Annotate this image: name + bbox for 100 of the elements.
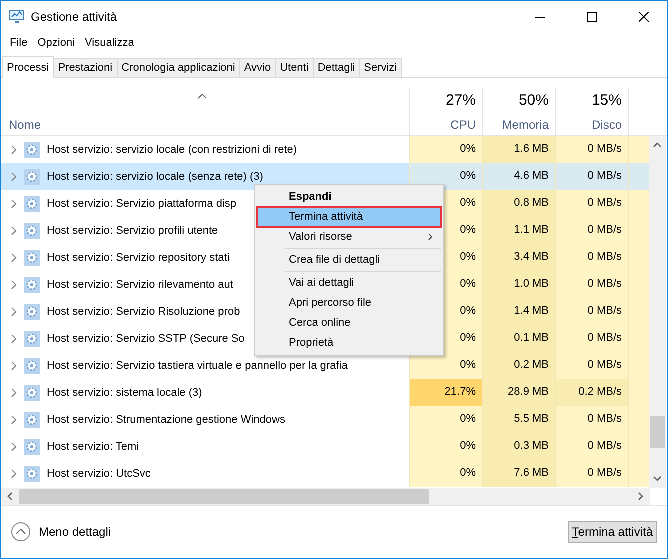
table-cell: 1.4 MB [482, 298, 555, 325]
gear-icon [24, 250, 40, 266]
column-header[interactable]: Disco [592, 118, 622, 132]
expand-chevron-icon[interactable] [11, 360, 17, 370]
scrollbar-thumb[interactable] [650, 416, 665, 448]
expand-chevron-icon[interactable] [11, 334, 17, 344]
horizontal-scrollbar[interactable] [1, 488, 650, 505]
expand-chevron-icon[interactable] [11, 198, 17, 208]
table-cell: 1.6 MB [482, 136, 555, 163]
table-cell: 0 MB/s [555, 460, 628, 487]
process-name: Host servizio: UtcSvc [47, 468, 151, 480]
process-name: Host servizio: Servizio tastiera virtuale e pannello per la grafia [47, 360, 348, 372]
table-cell: 0% [409, 136, 482, 163]
table-cell [628, 190, 649, 217]
expand-chevron-icon[interactable] [11, 144, 17, 154]
table-cell: 0 MB/s [555, 433, 628, 460]
table-cell: 5.5 MB [482, 406, 555, 433]
column-header[interactable]: Nome [9, 118, 409, 132]
table-cell [628, 460, 649, 487]
process-name: Host servizio: Servizio Risoluzione prob [47, 306, 240, 318]
expand-chevron-icon[interactable] [11, 252, 17, 262]
gear-icon [24, 142, 40, 158]
table-cell: 0 MB/s [555, 406, 628, 433]
expand-chevron-icon[interactable] [11, 280, 17, 290]
gear-icon [24, 168, 40, 184]
table-cell: 0 MB/s [555, 163, 628, 190]
table-cell: 0 MB/s [555, 271, 628, 298]
fewer-details-toggle[interactable]: Meno dettagli [11, 522, 112, 542]
end-task-button[interactable]: Termina attività [568, 521, 657, 543]
table-cell: 0 MB/s [555, 298, 628, 325]
menu-item[interactable]: Visualizza [80, 37, 140, 49]
maximize-icon [587, 12, 597, 22]
expand-chevron-icon[interactable] [11, 468, 17, 478]
process-name: Host servizio: servizio locale (senza rete) (3) [47, 170, 264, 182]
usage-percent: 27% [446, 92, 476, 109]
tab[interactable]: Cronologia applicazioni [116, 58, 240, 77]
scroll-up-icon[interactable] [653, 142, 662, 148]
gear-icon [24, 384, 40, 400]
tab[interactable]: Prestazioni [53, 58, 118, 77]
process-name: Host servizio: Servizio rilevamento aut [47, 278, 234, 290]
process-name: Host servizio: Servizio profili utente [47, 224, 218, 236]
tab[interactable]: Utenti [275, 58, 314, 77]
context-menu-item[interactable]: Termina attività [257, 207, 441, 227]
table-cell: 21.7% [409, 379, 482, 406]
column-header[interactable]: Memoria [502, 118, 549, 132]
gear-icon [24, 222, 40, 238]
usage-percent: 15% [592, 92, 622, 109]
gear-icon [24, 304, 40, 320]
monitor-icon [9, 10, 25, 24]
menu-item[interactable]: Opzioni [32, 37, 80, 49]
table-cell: 0 MB/s [555, 136, 628, 163]
table-cell: 0.2 MB/s [555, 379, 628, 406]
process-name: Host servizio: Strumentazione gestione Windows [47, 414, 286, 426]
process-name: Host servizio: Temi [47, 440, 140, 452]
scrollbar-thumb[interactable] [19, 489, 429, 504]
gear-icon [24, 466, 40, 482]
column-header[interactable]: CPU [450, 118, 476, 132]
gear-icon [24, 330, 40, 346]
expand-chevron-icon[interactable] [11, 388, 17, 398]
process-name: Host servizio: servizio locale (con restrizioni di rete) [47, 144, 298, 156]
table-cell: 0 MB/s [555, 325, 628, 352]
table-cell: 0.2 MB [482, 352, 555, 379]
usage-percent: 50% [518, 92, 549, 109]
table-cell: 1.1 MB [482, 217, 555, 244]
gear-icon [24, 438, 40, 454]
vertical-scrollbar[interactable] [649, 136, 666, 488]
expand-chevron-icon[interactable] [11, 306, 17, 316]
table-cell: 3.4 MB [482, 244, 555, 271]
table-cell [628, 136, 649, 163]
tab[interactable]: Processi [2, 56, 54, 78]
process-name: Host servizio: Servizio SSTP (Secure So [47, 332, 245, 344]
gear-icon [24, 358, 40, 374]
table-cell: 28.9 MB [482, 379, 555, 406]
menu-item[interactable]: File [5, 37, 33, 49]
scroll-left-icon[interactable] [7, 492, 13, 501]
expand-chevron-icon[interactable] [11, 172, 17, 182]
table-cell: 0.8 MB [482, 190, 555, 217]
table-cell [628, 163, 649, 190]
process-name: Host servizio: Servizio piattaforma disp [47, 198, 237, 210]
expand-chevron-icon[interactable] [11, 442, 17, 452]
scroll-right-icon[interactable] [638, 492, 644, 501]
gear-icon [24, 276, 40, 292]
tab[interactable]: Servizi [359, 58, 402, 77]
window-title: Gestione attività [31, 10, 118, 24]
table-cell: 0 MB/s [555, 244, 628, 271]
tab[interactable]: Dettagli [312, 58, 360, 77]
gear-icon [24, 196, 40, 212]
table-cell: 0 MB/s [555, 352, 628, 379]
scroll-down-icon[interactable] [653, 476, 662, 482]
expand-chevron-icon[interactable] [11, 226, 17, 236]
expand-chevron-icon[interactable] [11, 414, 17, 424]
close-icon [639, 12, 649, 22]
table-cell: 0.1 MB [482, 325, 555, 352]
tab[interactable]: Avvio [239, 58, 276, 77]
sort-caret-icon [198, 94, 207, 99]
table-cell: 0 MB/s [555, 190, 628, 217]
table-cell: 0.3 MB [482, 433, 555, 460]
collapse-icon[interactable] [11, 522, 31, 542]
table-cell: 0% [409, 433, 482, 460]
table-cell: 7.6 MB [482, 460, 555, 487]
